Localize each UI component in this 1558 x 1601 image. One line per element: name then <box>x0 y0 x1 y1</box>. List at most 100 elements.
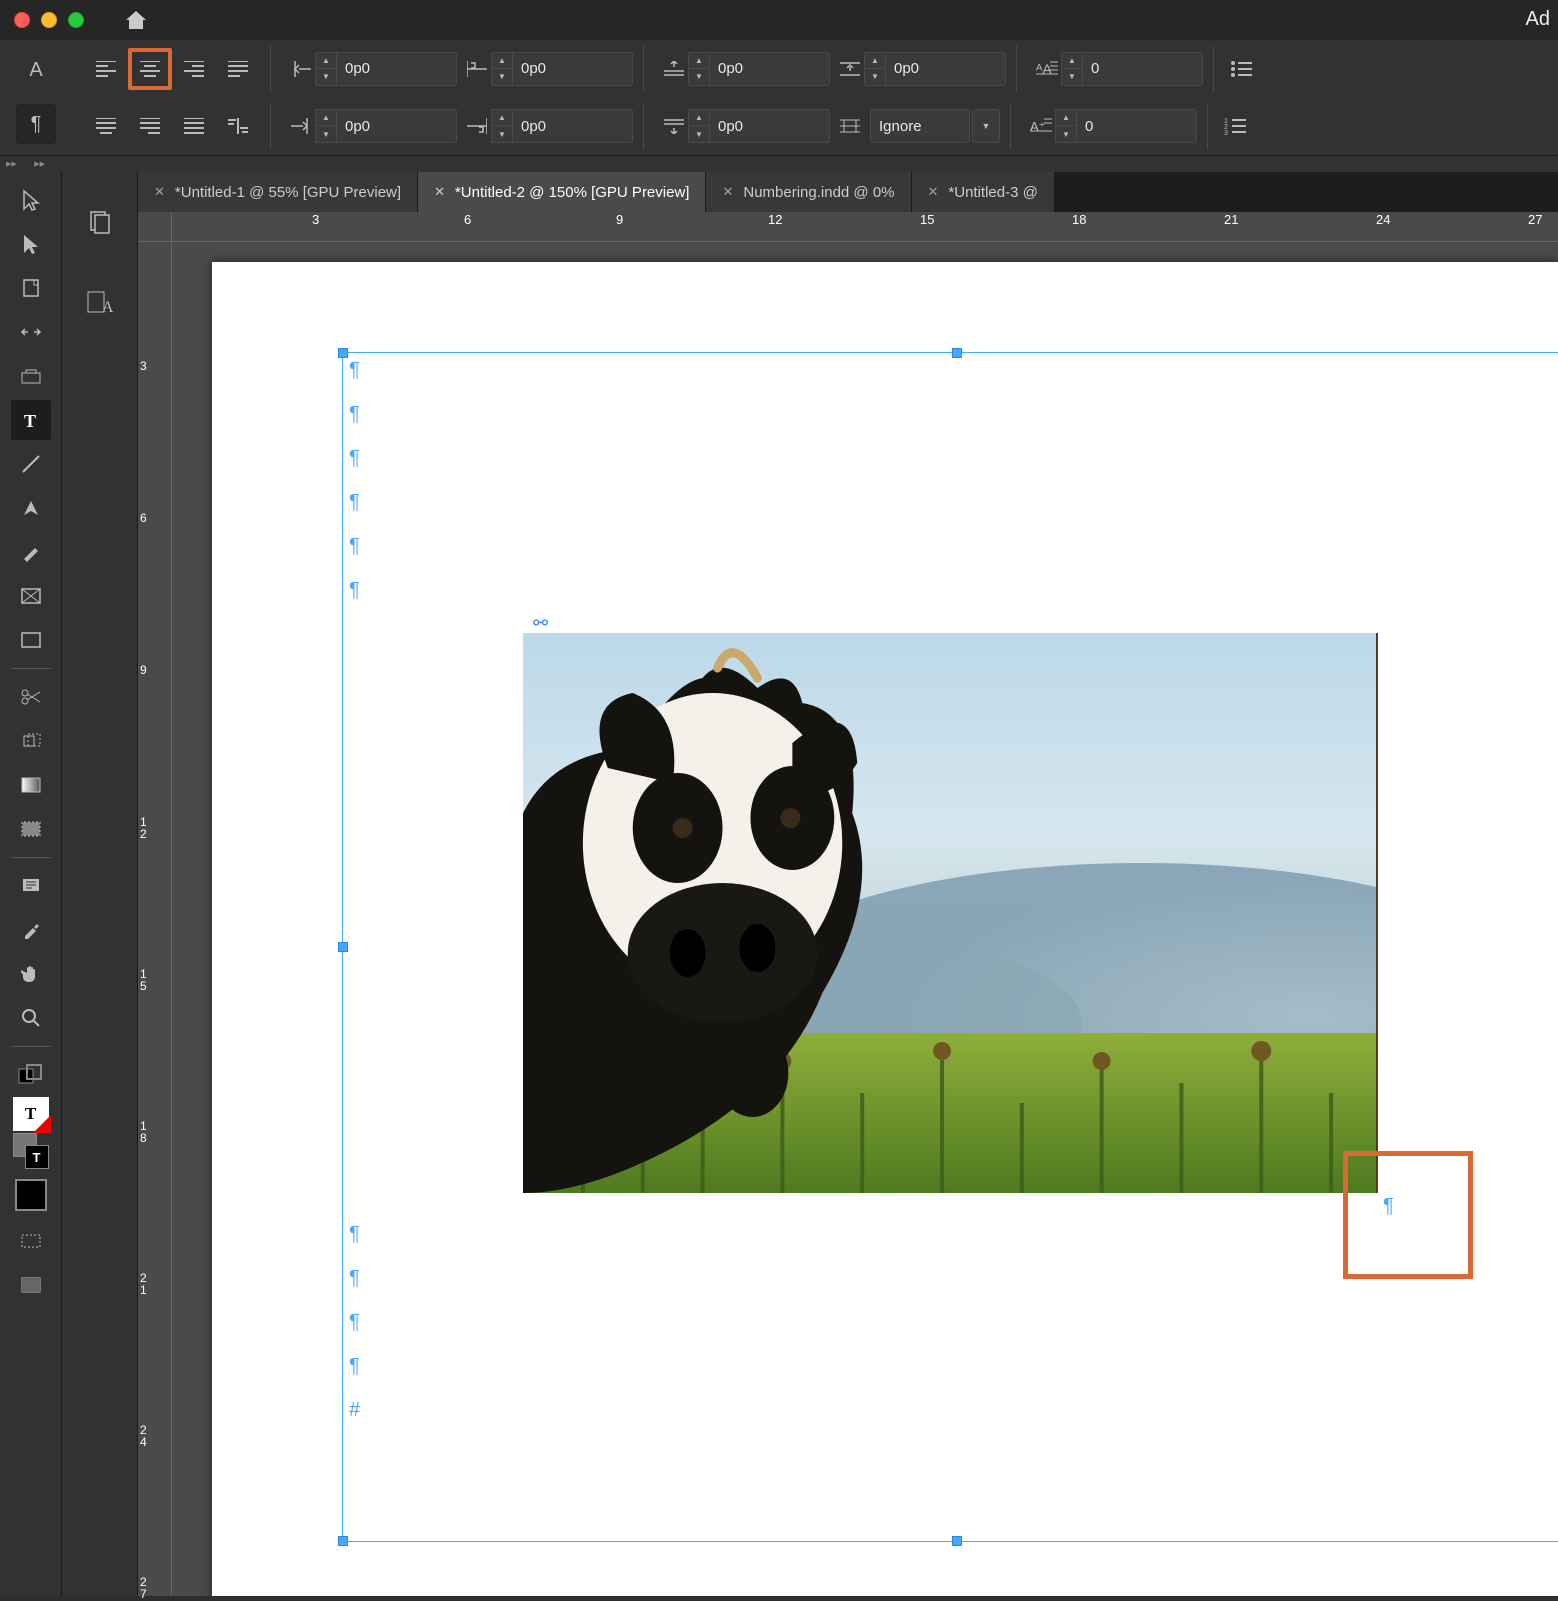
placed-image-frame[interactable]: ⚯ <box>523 633 1378 1193</box>
numbering-button[interactable]: 123 <box>1218 117 1252 135</box>
svg-text:A⁺: A⁺ <box>1030 119 1046 134</box>
baseline-select[interactable] <box>870 109 970 143</box>
formatting-text-swatch[interactable]: T <box>13 1097 49 1131</box>
panel-expander[interactable]: ▶▶ ▶▶ <box>0 156 1558 172</box>
space-before-icon <box>660 61 688 77</box>
pilcrow-icon: ¶ <box>349 403 360 426</box>
space-before-spinner[interactable]: ▲▼ <box>688 52 710 86</box>
hand-tool[interactable] <box>11 954 51 994</box>
zoom-tool[interactable] <box>11 998 51 1038</box>
document-tab-2[interactable]: ✕ *Untitled-2 @ 150% [GPU Preview] <box>418 172 706 212</box>
first-line-input[interactable] <box>513 52 633 86</box>
note-tool[interactable] <box>11 866 51 906</box>
baseline-dropdown-button[interactable]: ▼ <box>972 109 1000 143</box>
frame-handle[interactable] <box>338 1536 348 1546</box>
type-tool[interactable]: T <box>11 400 51 440</box>
space-after-spinner[interactable]: ▲▼ <box>688 109 710 143</box>
drop-cap-chars-spinner[interactable]: ▲▼ <box>1055 109 1077 143</box>
rectangle-frame-tool[interactable] <box>11 576 51 616</box>
left-indent-input[interactable] <box>337 52 457 86</box>
left-indent-spinner[interactable]: ▲▼ <box>315 52 337 86</box>
pages-panel-button[interactable] <box>80 202 120 242</box>
free-transform-tool[interactable] <box>11 721 51 761</box>
scissors-tool[interactable] <box>11 677 51 717</box>
pilcrow-icon: ¶ <box>349 1267 360 1290</box>
content-collector-tool[interactable] <box>11 356 51 396</box>
justify-left-button[interactable] <box>216 48 260 90</box>
line-tool[interactable] <box>11 444 51 484</box>
last-line-spinner[interactable]: ▲▼ <box>491 109 513 143</box>
pencil-tool[interactable] <box>11 532 51 572</box>
ruler-origin[interactable] <box>138 212 172 242</box>
pilcrow-icon: ¶ <box>349 491 360 514</box>
end-of-story-icon: # <box>349 1399 360 1422</box>
space-between-input[interactable] <box>886 52 1006 86</box>
vertical-ruler[interactable]: 3 6 9 12 15 18 21 24 27 <box>138 242 172 1596</box>
align-right-button[interactable] <box>172 48 216 90</box>
drop-cap-chars-group: A⁺ ▲▼ <box>1027 109 1197 143</box>
align-center-button[interactable] <box>128 48 172 90</box>
space-before-input[interactable] <box>710 52 830 86</box>
document-tab-3[interactable]: ✕Numbering.indd @ 0% <box>706 172 911 212</box>
baseline-group: ▼ <box>836 109 1000 143</box>
last-line-indent-group: ▲▼ <box>463 109 633 143</box>
space-after-input[interactable] <box>710 109 830 143</box>
space-after-group: ▲▼ <box>660 109 830 143</box>
character-mode-button[interactable]: A <box>16 51 56 91</box>
first-line-spinner[interactable]: ▲▼ <box>491 52 513 86</box>
tab-label: *Untitled-2 @ 150% [GPU Preview] <box>455 184 690 201</box>
page-tool[interactable] <box>11 268 51 308</box>
character-styles-panel-button[interactable]: A <box>80 282 120 322</box>
frame-handle[interactable] <box>952 348 962 358</box>
annotation-highlight <box>1343 1151 1473 1279</box>
justify-center-button[interactable] <box>84 105 128 147</box>
rectangle-tool[interactable] <box>11 620 51 660</box>
right-indent-spinner[interactable]: ▲▼ <box>315 109 337 143</box>
close-tab-icon[interactable]: ✕ <box>722 184 733 200</box>
first-line-indent-icon <box>463 61 491 77</box>
align-towards-spine-button[interactable] <box>216 105 260 147</box>
fill-stroke-swap[interactable] <box>11 1055 51 1095</box>
text-frame[interactable]: ¶ ¶ ¶ ¶ ¶ ¶ ¶ ¶ ¶ ¶ # ⚯ <box>342 352 1558 1542</box>
align-left-button[interactable] <box>84 48 128 90</box>
gap-tool[interactable] <box>11 312 51 352</box>
drop-cap-lines-spinner[interactable]: ▲▼ <box>1061 52 1083 86</box>
frame-handle[interactable] <box>338 942 348 952</box>
home-button[interactable] <box>124 9 148 31</box>
canvas[interactable]: ¶ ¶ ¶ ¶ ¶ ¶ ¶ ¶ ¶ ¶ # ⚯ <box>172 242 1558 1596</box>
frame-handle[interactable] <box>952 1536 962 1546</box>
space-between-spinner[interactable]: ▲▼ <box>864 52 886 86</box>
screen-mode-button[interactable] <box>11 1221 51 1261</box>
container-text-toggle[interactable]: T <box>11 1131 51 1171</box>
document-tab-1[interactable]: ✕*Untitled-1 @ 55% [GPU Preview] <box>138 172 418 212</box>
last-line-input[interactable] <box>513 109 633 143</box>
link-icon: ⚯ <box>533 613 548 634</box>
space-between-icon <box>836 61 864 77</box>
apply-color-swatch[interactable] <box>15 1179 47 1211</box>
justify-right-button[interactable] <box>128 105 172 147</box>
right-indent-input[interactable] <box>337 109 457 143</box>
pen-tool[interactable] <box>11 488 51 528</box>
justify-all-button[interactable] <box>172 105 216 147</box>
view-options-button[interactable] <box>11 1265 51 1305</box>
document-tab-4[interactable]: ✕*Untitled-3 @ <box>912 172 1055 212</box>
drop-cap-chars-input[interactable] <box>1077 109 1197 143</box>
paragraph-mode-button[interactable]: ¶ <box>16 104 56 144</box>
baseline-icon <box>836 118 864 134</box>
window-close-button[interactable] <box>14 12 30 28</box>
close-tab-icon[interactable]: ✕ <box>434 184 445 200</box>
selection-tool[interactable] <box>11 180 51 220</box>
bullets-button[interactable] <box>1224 60 1258 78</box>
eyedropper-tool[interactable] <box>11 910 51 950</box>
direct-selection-tool[interactable] <box>11 224 51 264</box>
pilcrow-icon: ¶ <box>349 1223 360 1246</box>
horizontal-ruler[interactable]: 3 6 9 12 15 18 21 24 27 <box>172 212 1558 242</box>
window-maximize-button[interactable] <box>68 12 84 28</box>
close-tab-icon[interactable]: ✕ <box>154 184 165 200</box>
frame-handle[interactable] <box>338 348 348 358</box>
window-minimize-button[interactable] <box>41 12 57 28</box>
drop-cap-lines-input[interactable] <box>1083 52 1203 86</box>
gradient-feather-tool[interactable] <box>11 809 51 849</box>
gradient-swatch-tool[interactable] <box>11 765 51 805</box>
close-tab-icon[interactable]: ✕ <box>928 184 939 200</box>
